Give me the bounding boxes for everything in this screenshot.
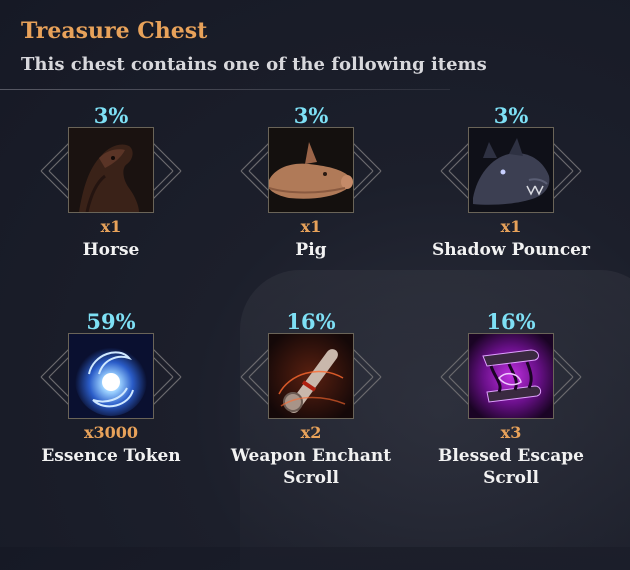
item-name: Weapon Enchant Scroll [230,446,392,488]
item-name: Essence Token [41,446,181,466]
panel-title: Treasure Chest [21,18,208,44]
reward-item-weapon-enchant-scroll[interactable]: 16% x2 Weapon Enchant Scroll [211,309,411,499]
item-name: Horse [82,240,140,260]
pig-icon [268,127,354,213]
item-quantity: x1 [100,217,122,236]
item-quantity: x1 [500,217,522,236]
horse-icon [68,127,154,213]
item-quantity: x1 [300,217,322,236]
item-quantity: x2 [300,423,322,442]
reward-item-essence-token[interactable]: 59% x3000 Essence Token [11,309,211,479]
header-divider [0,89,450,90]
item-quantity: x3000 [83,423,139,442]
reward-item-shadow-pouncer[interactable]: 3% x1 Shadow Pouncer [411,103,611,273]
blessed-escape-scroll-icon [468,333,554,419]
weapon-enchant-scroll-icon [268,333,354,419]
reward-item-blessed-escape-scroll[interactable]: 16% x3 Blessed Escape Scroll [411,309,611,488]
item-quantity: x3 [500,423,522,442]
essence-token-icon [68,333,154,419]
item-name: Shadow Pouncer [432,240,590,260]
item-name: Blessed Escape Scroll [437,446,584,488]
shadow-pouncer-icon [468,127,554,213]
item-name: Pig [295,240,327,260]
reward-item-pig[interactable]: 3% x1 Pig [211,103,411,273]
reward-item-horse[interactable]: 3% x1 Horse [11,103,211,273]
panel-subtitle: This chest contains one of the following… [21,54,487,75]
